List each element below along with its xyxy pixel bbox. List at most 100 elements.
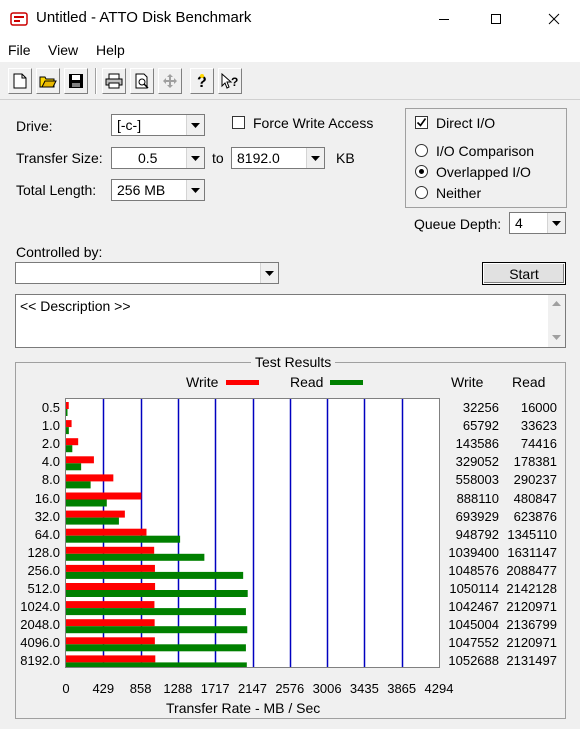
scroll-down-icon[interactable] — [552, 335, 561, 340]
write-value: 1048576 — [448, 562, 499, 578]
x-tick-label: 4294 — [424, 681, 454, 696]
transfer-size-to-select[interactable]: 8192.0 — [231, 147, 325, 169]
chevron-down-icon[interactable] — [260, 263, 278, 283]
chevron-down-icon[interactable] — [547, 213, 565, 233]
io-options-group: Direct I/O I/O Comparison Overlapped I/O… — [405, 108, 567, 208]
neither-radio[interactable] — [415, 186, 428, 199]
x-tick-label: 2147 — [238, 681, 267, 696]
read-value: 33623 — [520, 418, 557, 434]
read-value: 1631147 — [507, 544, 557, 560]
minimize-button[interactable] — [420, 0, 468, 38]
read-bar — [66, 662, 247, 667]
x-tick-label: 3435 — [349, 681, 379, 696]
read-bar — [66, 463, 82, 471]
total-length-label: Total Length: — [16, 182, 97, 198]
x-tick-label: 1717 — [200, 681, 230, 696]
close-button[interactable] — [530, 0, 578, 38]
menu-file[interactable]: File — [8, 42, 31, 58]
read-value: 178381 — [513, 454, 557, 470]
controlled-by-label: Controlled by: — [16, 244, 103, 260]
read-bar — [66, 499, 107, 507]
write-column-header: Write — [451, 374, 484, 390]
x-axis-label: Transfer Rate - MB / Sec — [166, 700, 321, 716]
direct-io-label: Direct I/O — [436, 115, 496, 131]
read-bar — [66, 626, 248, 634]
chevron-down-icon[interactable] — [186, 115, 204, 135]
row-label: 1024.0 — [20, 599, 60, 615]
read-bar — [66, 409, 68, 416]
read-bar — [66, 517, 119, 525]
chevron-down-icon[interactable] — [306, 148, 324, 168]
row-label: 2.0 — [41, 436, 60, 452]
maximize-button[interactable] — [472, 0, 520, 38]
start-button[interactable]: Start — [482, 262, 566, 285]
print-button[interactable] — [102, 68, 126, 94]
write-value: 1052688 — [448, 653, 499, 669]
menu-view[interactable]: View — [48, 42, 78, 58]
write-value: 888110 — [456, 490, 499, 506]
start-button-label: Start — [509, 265, 539, 282]
io-comparison-radio[interactable] — [415, 144, 428, 157]
open-button[interactable] — [36, 68, 60, 94]
write-bar — [66, 655, 156, 663]
read-value: 74416 — [520, 436, 557, 452]
read-bar — [66, 608, 246, 616]
help-icon: ? — [197, 74, 207, 90]
save-button[interactable] — [64, 68, 88, 94]
drive-select[interactable]: [-c-] — [111, 114, 205, 136]
minimize-icon — [439, 19, 449, 20]
read-bar — [66, 644, 246, 652]
description-textarea[interactable]: << Description >> — [15, 294, 566, 348]
move-icon — [163, 74, 177, 88]
total-length-select[interactable]: 256 MB — [111, 179, 205, 201]
legend-read-swatch — [330, 380, 363, 385]
menu-help[interactable]: Help — [96, 42, 125, 58]
write-value: 1047552 — [448, 635, 499, 651]
app-icon — [10, 12, 28, 26]
menu-bar: File View Help — [0, 38, 580, 62]
row-label: 2048.0 — [20, 617, 60, 633]
bar-chart-plot — [65, 398, 440, 668]
legend-write-label: Write — [186, 374, 219, 390]
force-write-checkbox[interactable] — [232, 116, 245, 129]
new-button[interactable] — [8, 68, 32, 94]
read-value: 2136799 — [506, 617, 557, 633]
row-label: 256.0 — [27, 562, 60, 578]
close-icon — [548, 13, 560, 25]
write-bar — [66, 402, 69, 409]
transfer-size-from-select[interactable]: 0.5 — [111, 147, 205, 169]
overlapped-io-radio[interactable] — [415, 165, 428, 178]
queue-depth-select[interactable]: 4 — [509, 212, 566, 234]
write-bar — [66, 619, 155, 627]
row-label: 4096.0 — [20, 635, 60, 651]
read-value: 16000 — [520, 400, 557, 415]
read-bar — [66, 535, 181, 543]
write-value: 32256 — [462, 400, 499, 415]
description-scrollbar[interactable] — [548, 295, 565, 347]
description-text: << Description >> — [20, 298, 131, 314]
row-label: 16.0 — [34, 490, 60, 506]
x-tick-label: 429 — [92, 681, 115, 696]
direct-io-checkbox[interactable] — [415, 116, 428, 129]
read-value: 2131497 — [506, 653, 557, 669]
queue-depth-value: 4 — [515, 215, 523, 231]
write-bar — [66, 438, 79, 446]
x-tick-label: 0 — [62, 681, 70, 696]
read-value: 2088477 — [506, 562, 557, 578]
maximize-icon — [491, 14, 501, 24]
bar-chart-svg — [66, 399, 404, 667]
write-value: 143586 — [455, 436, 499, 452]
read-bar — [66, 553, 205, 561]
print-preview-button[interactable] — [130, 68, 154, 94]
write-bar — [66, 564, 155, 572]
help-button[interactable]: ? — [190, 68, 214, 94]
chevron-down-icon[interactable] — [186, 148, 204, 168]
scroll-up-icon[interactable] — [552, 301, 561, 306]
context-help-button[interactable]: ? — [218, 68, 242, 94]
read-value: 480847 — [513, 490, 557, 506]
controlled-by-select[interactable] — [15, 262, 279, 284]
move-button[interactable] — [158, 68, 182, 94]
write-bar — [66, 546, 155, 554]
chevron-down-icon[interactable] — [186, 180, 204, 200]
read-column-header: Read — [512, 374, 546, 390]
